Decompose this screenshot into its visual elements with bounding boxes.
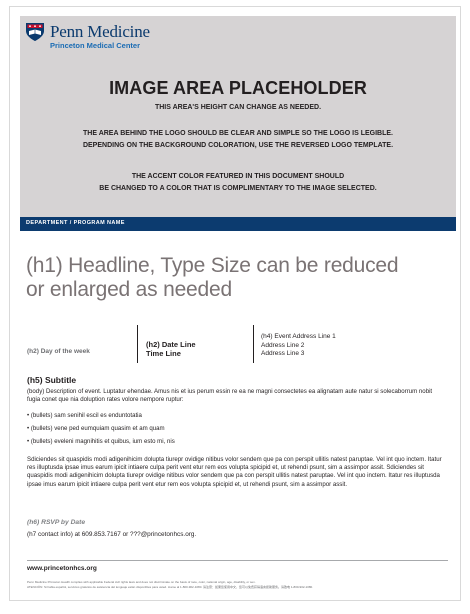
nondiscrimination-notice: Penn Medicine Princeton Health complies …: [27, 580, 256, 584]
headline-line-2: or enlarged as needed: [26, 278, 232, 301]
placeholder-note-height: THIS AREA'S HEIGHT CAN CHANGE AS NEEDED.: [154, 104, 322, 111]
footer-divider: [27, 560, 448, 561]
placeholder-note-accent-1: THE ACCENT COLOR FEATURED IN THIS DOCUME…: [131, 173, 345, 180]
date-line: (h2) Date Line: [146, 340, 196, 349]
image-area-placeholder: Penn Medicine Princeton Medical Center I…: [20, 16, 456, 217]
logo-wordmark: Penn Medicine: [50, 22, 150, 41]
logo-subtitle: Princeton Medical Center: [50, 41, 141, 50]
meta-divider-1: [137, 325, 138, 363]
meta-divider-2: [253, 325, 254, 363]
contact-info: (h7 contact info) at 609.853.7167 or ???…: [27, 531, 197, 538]
time-line: Time Line: [146, 349, 181, 358]
rsvp-date: (h6) RSVP by Date: [27, 519, 86, 526]
headline-line-1: (h1) Headline, Type Size can be reduced: [26, 254, 399, 277]
address-line-1: (h4) Event Address Line 1: [261, 333, 336, 340]
flyer-page: Penn Medicine Princeton Medical Center I…: [10, 7, 460, 600]
bullet-item: • (bullets) eveleni magnihitis et quibus…: [27, 438, 175, 445]
subtitle: (h5) Subtitle: [27, 375, 77, 385]
day-of-week: (h2) Day of the week: [27, 348, 90, 355]
address-line-3: Address Line 3: [261, 350, 305, 357]
bullet-item: • (bullets) sam senihil escil es endunto…: [27, 412, 142, 419]
penn-medicine-logo: Penn Medicine Princeton Medical Center: [25, 22, 150, 50]
department-label: DEPARTMENT / PROGRAM NAME: [26, 220, 125, 226]
department-band: DEPARTMENT / PROGRAM NAME: [20, 217, 456, 231]
placeholder-note-accent-2: BE CHANGED TO A COLOR THAT IS COMPLIMENT…: [99, 185, 377, 192]
body-paragraph: Sdiciendes sit quaspidis modi adigenihic…: [27, 456, 442, 488]
language-assistance-notice: ATENCIÓN: Si habla español, servicios gr…: [27, 585, 314, 589]
date-time: (h2) Date Line Time Line: [146, 340, 196, 358]
event-address: (h4) Event Address Line 1 Address Line 2…: [261, 333, 336, 359]
shield-logo-icon: [26, 23, 44, 41]
event-description: (body) Description of event. Luptatur eh…: [27, 388, 433, 404]
placeholder-note-logo: THE AREA BEHIND THE LOGO SHOULD BE CLEAR…: [83, 130, 393, 137]
placeholder-note-background: DEPENDING ON THE BACKGROUND COLORATION, …: [82, 142, 394, 149]
placeholder-title: IMAGE AREA PLACEHOLDER: [109, 78, 367, 98]
website-link[interactable]: www.princetonhcs.org: [27, 565, 97, 572]
headline: (h1) Headline, Type Size can be reduced …: [26, 254, 458, 302]
bullet-item: • (bullets) vene ped eumquiam quasim et …: [27, 425, 165, 432]
address-line-2: Address Line 2: [261, 341, 305, 349]
